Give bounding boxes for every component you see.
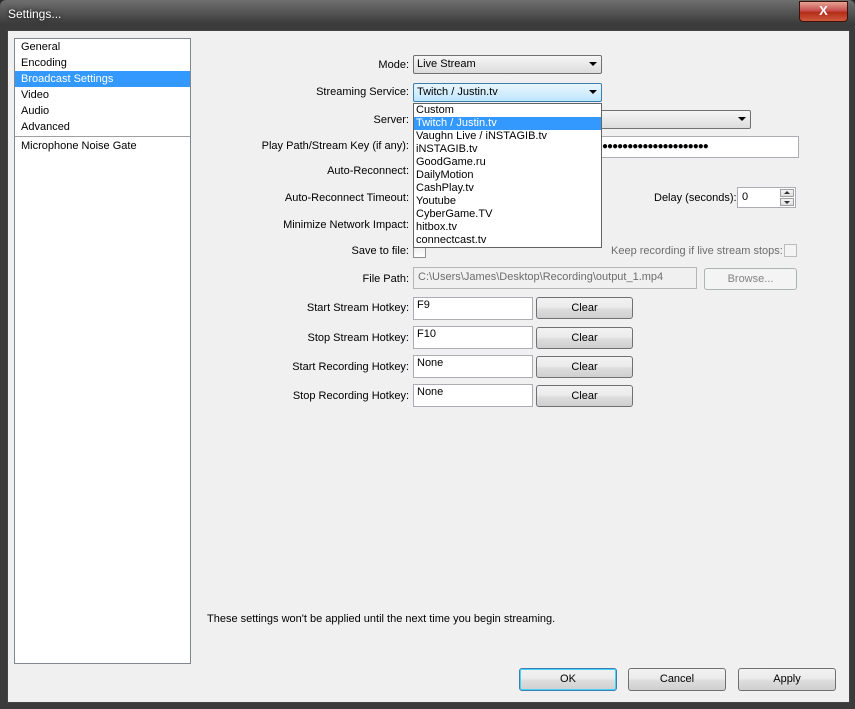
- chevron-down-icon: [738, 117, 746, 121]
- file-path-input[interactable]: C:\Users\James\Desktop\Recording\output_…: [413, 267, 697, 289]
- dropdown-option[interactable]: GoodGame.ru: [414, 156, 601, 169]
- ok-button[interactable]: OK: [519, 668, 617, 691]
- file-path-value: C:\Users\James\Desktop\Recording\output_…: [418, 271, 664, 283]
- category-divider: [15, 136, 190, 137]
- play-path-label: Play Path/Stream Key (if any):: [261, 140, 409, 152]
- stop-stream-hotkey-label: Stop Stream Hotkey:: [307, 332, 410, 344]
- category-list[interactable]: General Encoding Broadcast Settings Vide…: [14, 38, 191, 664]
- clear-start-recording-button[interactable]: Clear: [536, 356, 633, 378]
- spin-up-icon[interactable]: [780, 189, 794, 197]
- window-title: Settings...: [8, 7, 62, 21]
- dropdown-option[interactable]: DailyMotion: [414, 169, 601, 182]
- delay-label: Delay (seconds):: [654, 192, 737, 204]
- streaming-service-dropdown[interactable]: Custom Twitch / Justin.tv Vaughn Live / …: [413, 103, 602, 248]
- dropdown-option-selected[interactable]: Twitch / Justin.tv: [414, 117, 601, 130]
- stream-key-masked-value: ●●●●●●●●●●●●●●●●●●●●●: [602, 141, 709, 152]
- dropdown-option[interactable]: connectcast.tv: [414, 234, 601, 247]
- start-stream-hotkey-label: Start Stream Hotkey:: [306, 302, 409, 314]
- stop-recording-hotkey-value: None: [417, 386, 444, 398]
- clear-stop-recording-button[interactable]: Clear: [536, 385, 633, 407]
- dropdown-option[interactable]: Youtube: [414, 195, 601, 208]
- save-to-file-label: Save to file:: [351, 245, 409, 257]
- cancel-button[interactable]: Cancel: [628, 668, 726, 691]
- client-area: General Encoding Broadcast Settings Vide…: [7, 30, 850, 703]
- start-stream-hotkey-value: F9: [417, 299, 430, 311]
- delay-value: 0: [742, 191, 749, 203]
- server-label: Server:: [373, 114, 409, 126]
- clear-start-stream-button[interactable]: Clear: [536, 297, 633, 319]
- streaming-service-label: Streaming Service:: [316, 86, 409, 98]
- spin-down-icon[interactable]: [780, 198, 794, 206]
- close-button[interactable]: X: [799, 1, 848, 22]
- settings-note: These settings won't be applied until th…: [207, 613, 556, 625]
- dropdown-option[interactable]: hitbox.tv: [414, 221, 601, 234]
- stop-stream-hotkey-value: F10: [417, 328, 436, 340]
- category-item-broadcast-settings[interactable]: Broadcast Settings: [15, 71, 190, 87]
- browse-button[interactable]: Browse...: [704, 268, 797, 290]
- auto-reconnect-timeout-label: Auto-Reconnect Timeout:: [284, 192, 409, 204]
- dropdown-option[interactable]: Vaughn Live / iNSTAGIB.tv: [414, 130, 601, 143]
- file-path-label: File Path:: [362, 273, 409, 285]
- settings-window: Settings... X General Encoding Broadcast…: [0, 0, 855, 709]
- streaming-service-value: Twitch / Justin.tv: [417, 86, 498, 98]
- dropdown-option[interactable]: iNSTAGIB.tv: [414, 143, 601, 156]
- start-recording-hotkey-input[interactable]: None: [413, 355, 533, 378]
- stop-recording-hotkey-label: Stop Recording Hotkey:: [292, 390, 409, 402]
- dropdown-option[interactable]: CashPlay.tv: [414, 182, 601, 195]
- start-stream-hotkey-input[interactable]: F9: [413, 297, 533, 320]
- streaming-service-select[interactable]: Twitch / Justin.tv: [413, 83, 602, 102]
- start-recording-hotkey-value: None: [417, 357, 444, 369]
- chevron-down-icon: [589, 90, 597, 94]
- category-item-general[interactable]: General: [15, 39, 190, 55]
- delay-spinbox[interactable]: 0: [737, 187, 796, 208]
- mode-select[interactable]: Live Stream: [413, 55, 602, 74]
- dropdown-option[interactable]: Custom: [414, 104, 601, 117]
- keep-recording-label: Keep recording if live stream stops:: [611, 245, 783, 257]
- start-recording-hotkey-label: Start Recording Hotkey:: [292, 361, 409, 373]
- dropdown-option[interactable]: CyberGame.TV: [414, 208, 601, 221]
- apply-button[interactable]: Apply: [738, 668, 836, 691]
- mode-value: Live Stream: [417, 58, 476, 70]
- stop-recording-hotkey-input[interactable]: None: [413, 384, 533, 407]
- title-bar[interactable]: Settings... X: [0, 0, 855, 28]
- stop-stream-hotkey-input[interactable]: F10: [413, 326, 533, 349]
- mode-label: Mode:: [378, 59, 409, 71]
- chevron-down-icon: [589, 62, 597, 66]
- minimize-network-label: Minimize Network Impact:: [283, 219, 409, 231]
- keep-recording-checkbox[interactable]: [784, 244, 797, 257]
- clear-stop-stream-button[interactable]: Clear: [536, 327, 633, 349]
- auto-reconnect-label: Auto-Reconnect:: [327, 165, 409, 177]
